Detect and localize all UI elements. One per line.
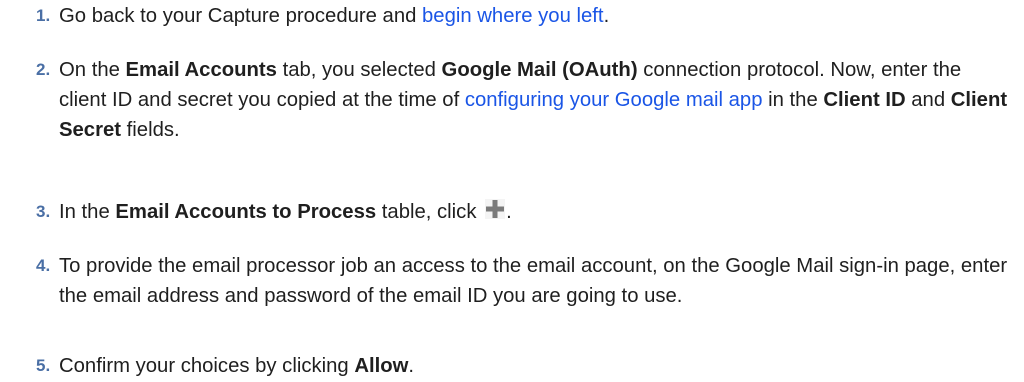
step-text-part: Go back to your Capture procedure and [59, 5, 423, 27]
configuring-google-mail-app-link[interactable]: configuring your Google mail app [465, 89, 763, 111]
step-number: 2. [36, 60, 51, 79]
step-text-part: . [408, 355, 415, 377]
add-plus-icon [484, 198, 506, 220]
step-text-part: In the [59, 201, 116, 223]
begin-where-you-left-link[interactable]: begin where you left [422, 5, 604, 27]
step-text-part: in the [762, 89, 824, 111]
step-number: 1. [36, 6, 51, 25]
step-text-part: . [603, 5, 610, 27]
step-text-part: . [506, 201, 512, 223]
step-text: Go back to your Capture procedure and be… [59, 1, 1009, 31]
allow-button-label: Allow [354, 355, 409, 377]
step-text: Confirm your choices by clicking Allow. [59, 351, 1009, 381]
step-text: To provide the email processor job an ac… [59, 255, 1008, 307]
step-number: 5. [36, 356, 51, 375]
client-id-field-label: Client ID [823, 89, 906, 111]
email-accounts-to-process-label: Email Accounts to Process [115, 201, 377, 223]
step-text-part: Confirm your choices by clicking [59, 355, 355, 377]
step-text: On the Email Accounts tab, you selected … [59, 55, 1009, 145]
step-text-part: fields. [121, 119, 180, 141]
email-accounts-tab-label: Email Accounts [125, 59, 277, 81]
step-number: 3. [36, 202, 51, 221]
google-mail-oauth-label: Google Mail (OAuth) [441, 59, 638, 81]
step-text: In the Email Accounts to Process table, … [59, 197, 1009, 227]
step-text-part: and [905, 89, 951, 111]
step-text-part: tab, you selected [276, 59, 442, 81]
step-text-part: table, click [376, 201, 483, 223]
step-number: 4. [36, 256, 51, 275]
step-text-part: On the [59, 59, 126, 81]
